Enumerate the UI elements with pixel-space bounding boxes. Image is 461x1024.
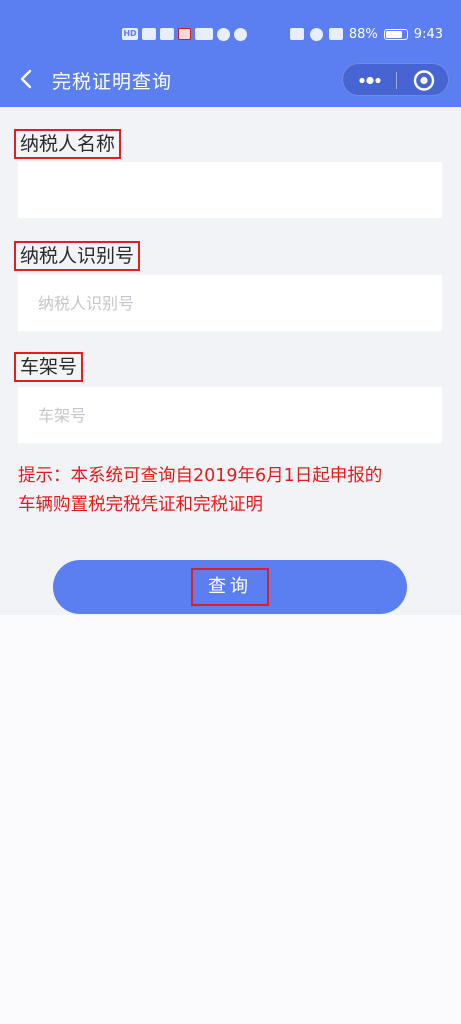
vin-input[interactable] bbox=[18, 387, 442, 443]
nav-bar: 完税证明查询 bbox=[0, 54, 461, 107]
hint-line-1: 提示：本系统可查询自2019年6月1日起申报的 bbox=[18, 466, 383, 486]
page-title: 完税证明查询 bbox=[52, 71, 173, 93]
target-icon[interactable] bbox=[397, 64, 450, 97]
nfc-icon bbox=[289, 28, 304, 40]
taxpayer-name-input[interactable] bbox=[18, 162, 442, 218]
more-icon[interactable] bbox=[343, 64, 396, 97]
battery-icon bbox=[383, 28, 408, 40]
query-hint: 提示：本系统可查询自2019年6月1日起申报的 车辆购置税完税凭证和完税证明 bbox=[18, 462, 448, 520]
vibrate-icon bbox=[328, 28, 343, 40]
query-button[interactable]: 查询 bbox=[53, 560, 407, 614]
vin-label: 车架号 bbox=[14, 352, 84, 382]
status-bar-system: 88% 9:43 bbox=[289, 24, 443, 44]
status-bar: HD 88% 9:43 bbox=[0, 20, 461, 48]
signal-icon bbox=[142, 28, 156, 40]
notification-icon bbox=[160, 28, 174, 40]
taxpayer-name-label: 纳税人名称 bbox=[14, 129, 122, 159]
red-app-icon bbox=[178, 28, 191, 40]
header: HD 88% 9:43 完税证明查询 bbox=[0, 0, 461, 107]
cloud-icon bbox=[195, 28, 213, 40]
hd-icon: HD bbox=[122, 28, 138, 40]
miniprogram-capsule bbox=[342, 63, 449, 96]
taxpayer-id-input[interactable] bbox=[18, 275, 442, 331]
query-button-label: 查询 bbox=[191, 568, 269, 606]
browser-icon bbox=[234, 27, 247, 41]
hint-line-2: 车辆购置税完税凭证和完税证明 bbox=[18, 495, 263, 515]
status-time: 9:43 bbox=[413, 26, 443, 42]
taxpayer-id-label: 纳税人识别号 bbox=[14, 241, 141, 271]
pin-icon bbox=[217, 27, 230, 41]
chevron-left-icon[interactable] bbox=[14, 66, 40, 92]
alarm-icon bbox=[309, 27, 323, 41]
battery-percent: 88% bbox=[348, 26, 378, 42]
query-form: 纳税人名称 纳税人识别号 车架号 bbox=[0, 107, 461, 615]
status-bar-notifications: HD bbox=[122, 24, 247, 44]
